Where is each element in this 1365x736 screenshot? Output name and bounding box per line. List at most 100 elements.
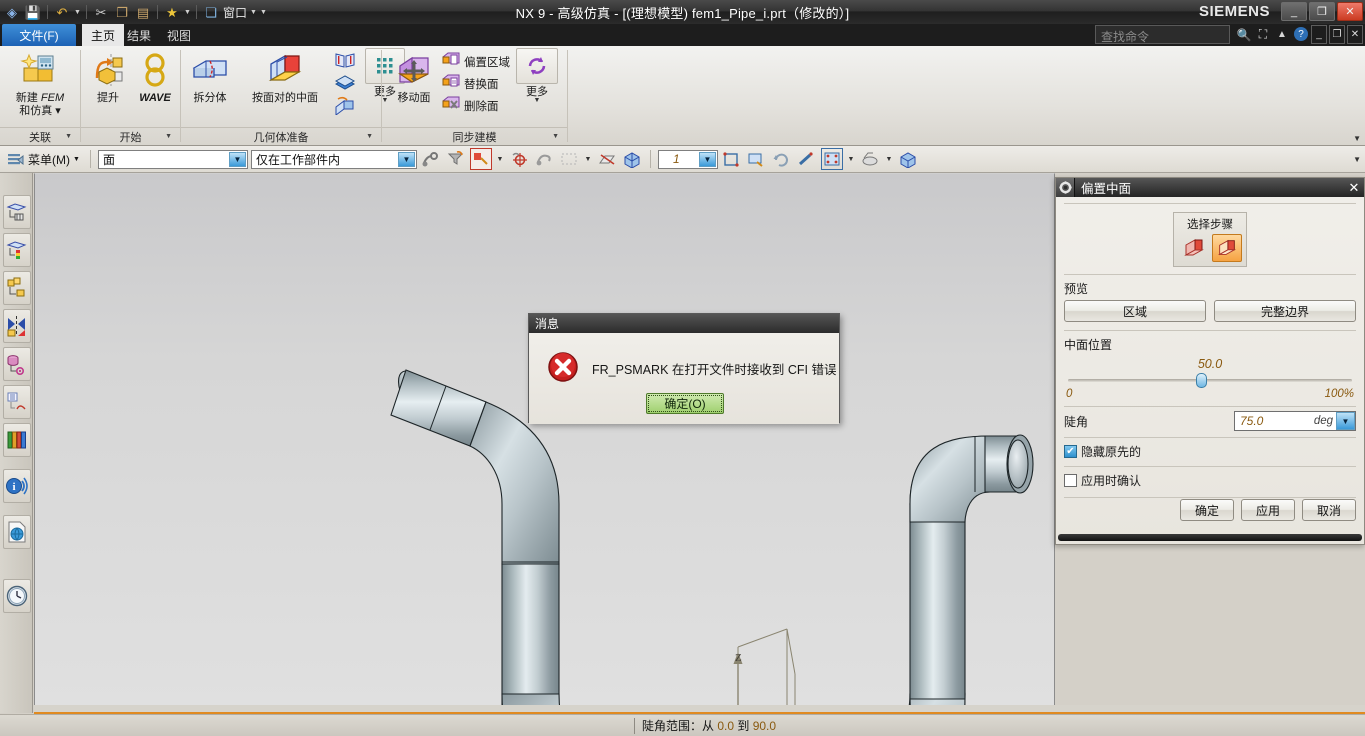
wave-button[interactable]: WAVE bbox=[131, 48, 179, 105]
collapse-ribbon-icon[interactable]: ▲ bbox=[1274, 26, 1290, 43]
zoom-window-icon[interactable] bbox=[746, 148, 768, 170]
web-browser-icon[interactable] bbox=[3, 515, 31, 549]
sew-tool-button[interactable] bbox=[334, 95, 356, 118]
toolbar-overflow-icon[interactable]: ▼ bbox=[1353, 155, 1361, 164]
book-tool-button[interactable] bbox=[334, 51, 356, 72]
panel-cancel-button[interactable]: 取消 bbox=[1302, 499, 1356, 521]
tab-view[interactable]: 视图 bbox=[158, 24, 200, 46]
window-restore-button[interactable]: ❐ bbox=[1309, 2, 1335, 21]
panel-resize-grip[interactable] bbox=[1058, 534, 1362, 541]
gear-icon[interactable] bbox=[1056, 178, 1075, 197]
split-body-button[interactable]: 拆分体 bbox=[183, 48, 237, 105]
menu-button[interactable]: 菜单(M) ▼ bbox=[4, 151, 83, 168]
rect-select-icon[interactable] bbox=[558, 148, 580, 170]
render-dropdown-icon[interactable]: ▼ bbox=[884, 148, 894, 170]
hide-original-checkbox[interactable]: ✔ bbox=[1064, 445, 1077, 458]
slider-knob[interactable] bbox=[1195, 373, 1207, 388]
midsurface-by-face-pairs-button[interactable]: 按面对的中面 bbox=[238, 48, 332, 105]
graphics-viewport[interactable]: Z Y X ZC YC XC bbox=[34, 173, 1055, 713]
part-navigator-icon[interactable] bbox=[3, 347, 31, 381]
midsurface-slider[interactable] bbox=[1068, 373, 1352, 388]
constraint-navigator-icon[interactable] bbox=[3, 309, 31, 343]
tab-results[interactable]: 结果 bbox=[118, 24, 160, 46]
doc-close-button[interactable]: ✕ bbox=[1347, 25, 1363, 44]
new-fem-and-simulation-button[interactable]: 新建 FEM 和仿真 ▾ bbox=[7, 48, 73, 118]
offset-midsurface-dialog[interactable]: 偏置中面 ✕ 选择步骤 预览 区域 完整边界 中面位置 50.0 0 100% … bbox=[1055, 177, 1365, 545]
step-midsurface-icon[interactable] bbox=[1211, 234, 1242, 262]
move-face-button[interactable]: 移动面 bbox=[386, 48, 442, 105]
message-dialog[interactable]: 消息 FR_PSMARK 在打开文件时接收到 CFI 错误 确定(O) bbox=[528, 313, 840, 424]
orient-icon[interactable] bbox=[897, 148, 919, 170]
undo-dropdown-icon[interactable]: ▼ bbox=[73, 2, 82, 22]
delete-face-button[interactable]: 删除面 bbox=[442, 96, 499, 115]
selection-filter-dropdown-icon[interactable]: ▼ bbox=[397, 151, 415, 167]
select-feature-dropdown-icon[interactable]: ▼ bbox=[495, 148, 505, 170]
selection-scope-combo[interactable]: 面 ▼ bbox=[97, 149, 248, 169]
paste-icon[interactable]: ▤ bbox=[133, 2, 153, 22]
pan-icon[interactable] bbox=[796, 148, 818, 170]
reuse-library-icon[interactable] bbox=[3, 423, 31, 457]
window-close-button[interactable]: ✕ bbox=[1337, 2, 1363, 21]
copy-icon[interactable]: ❐ bbox=[112, 2, 132, 22]
save-icon[interactable]: 💾 bbox=[23, 2, 43, 22]
search-icon[interactable]: 🔍 bbox=[1235, 26, 1253, 43]
cut-icon[interactable]: ✂ bbox=[91, 2, 111, 22]
rect-select-dropdown-icon[interactable]: ▼ bbox=[583, 148, 593, 170]
steep-angle-dropdown-icon[interactable]: ▼ bbox=[1336, 412, 1355, 430]
rotate-icon[interactable] bbox=[771, 148, 793, 170]
search-input[interactable]: 查找命令 bbox=[1095, 25, 1230, 44]
preview-region-button[interactable]: 区域 bbox=[1064, 300, 1206, 322]
select-feature-icon[interactable] bbox=[469, 148, 492, 170]
view-style-icon[interactable] bbox=[820, 148, 843, 170]
shaded-icon[interactable] bbox=[621, 148, 643, 170]
history-clock-icon[interactable] bbox=[3, 579, 31, 613]
post-processing-navigator-icon[interactable] bbox=[3, 233, 31, 267]
panel-ok-button[interactable]: 确定 bbox=[1180, 499, 1234, 521]
qat-overflow-icon[interactable]: ▼ bbox=[259, 2, 268, 22]
step-face-pair-icon[interactable] bbox=[1179, 234, 1209, 262]
selection-filter-combo[interactable]: 仅在工作部件内 ▼ bbox=[250, 149, 417, 169]
zoom-fit-icon[interactable] bbox=[721, 148, 743, 170]
replace-face-button[interactable]: 替换面 bbox=[442, 74, 499, 93]
menu-dropdown-icon[interactable]: ▼ bbox=[73, 156, 80, 163]
doc-minimize-button[interactable]: _ bbox=[1311, 25, 1327, 44]
promote-button[interactable]: 提升 bbox=[83, 48, 133, 105]
close-icon[interactable]: ✕ bbox=[1344, 178, 1364, 197]
steep-angle-input[interactable]: 75.0 deg ▼ bbox=[1234, 411, 1356, 431]
fullscreen-icon[interactable]: ⛶ bbox=[1254, 26, 1272, 43]
simulation-navigator-icon[interactable] bbox=[3, 195, 31, 229]
confirm-on-apply-checkbox[interactable] bbox=[1064, 474, 1077, 487]
lasso-icon[interactable] bbox=[533, 148, 555, 170]
selection-scope-dropdown-icon[interactable]: ▼ bbox=[228, 151, 246, 167]
ribbon-overflow-icon[interactable]: ▼ bbox=[1353, 134, 1361, 143]
synchronous-more-dropdown-icon[interactable]: ▼ bbox=[534, 97, 541, 104]
favorites-icon[interactable]: ★ bbox=[162, 2, 182, 22]
group-geometry-dropdown-icon[interactable]: ▼ bbox=[366, 133, 373, 140]
group-associations-dropdown-icon[interactable]: ▼ bbox=[65, 133, 72, 140]
synchronous-more-button[interactable]: 更多 ▼ bbox=[514, 48, 560, 104]
window-dropdown-icon[interactable]: ▼ bbox=[249, 2, 258, 22]
window-icon[interactable]: ❏ bbox=[201, 2, 221, 22]
history-icon[interactable] bbox=[3, 385, 31, 419]
layer-dropdown-icon[interactable]: ▼ bbox=[698, 151, 716, 167]
offset-region-button[interactable]: 偏置区域 bbox=[442, 52, 510, 71]
preview-full-boundary-button[interactable]: 完整边界 bbox=[1214, 300, 1356, 322]
confirm-on-apply-checkbox-row[interactable]: 应用时确认 bbox=[1064, 472, 1356, 489]
help-icon[interactable]: ? bbox=[1294, 27, 1308, 41]
snap-point-icon[interactable] bbox=[420, 148, 442, 170]
view-style-dropdown-icon[interactable]: ▼ bbox=[846, 148, 856, 170]
panel-apply-button[interactable]: 应用 bbox=[1241, 499, 1295, 521]
favorites-dropdown-icon[interactable]: ▼ bbox=[183, 2, 192, 22]
window-menu-label[interactable]: 窗口 bbox=[222, 4, 248, 21]
section-icon[interactable] bbox=[596, 148, 618, 170]
help-info-icon[interactable]: i bbox=[3, 469, 31, 503]
assembly-navigator-icon[interactable] bbox=[3, 271, 31, 305]
group-start-dropdown-icon[interactable]: ▼ bbox=[165, 133, 172, 140]
tab-file[interactable]: 文件(F) bbox=[2, 24, 76, 46]
doc-restore-button[interactable]: ❐ bbox=[1329, 25, 1345, 44]
message-dialog-ok-button[interactable]: 确定(O) bbox=[646, 393, 724, 414]
book-stack-tool-button[interactable] bbox=[334, 73, 356, 94]
filter-icon[interactable] bbox=[445, 148, 467, 170]
window-minimize-button[interactable]: _ bbox=[1281, 2, 1307, 21]
render-icon[interactable] bbox=[859, 148, 881, 170]
